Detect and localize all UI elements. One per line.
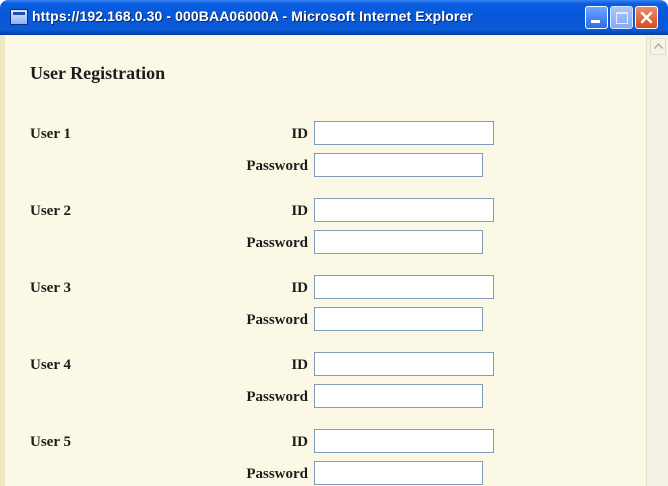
vertical-scrollbar[interactable] (646, 35, 668, 486)
page-content: User Registration User 1 ID Password Use… (5, 35, 646, 486)
user-1-id-label: ID (291, 126, 308, 142)
user-5-id-input[interactable] (314, 429, 494, 453)
close-icon (640, 11, 653, 24)
user-3-password-label: Password (246, 312, 308, 328)
browser-window: https://192.168.0.30 - 000BAA06000A - Mi… (0, 0, 668, 486)
user-5-password-label: Password (246, 466, 308, 482)
user-1-label: User 1 (30, 126, 71, 142)
user-2-password-input[interactable] (314, 230, 483, 254)
user-5-id-label: ID (291, 434, 308, 450)
client-area: User Registration User 1 ID Password Use… (0, 35, 668, 486)
user-2-id-input[interactable] (314, 198, 494, 222)
user-4-id-label: ID (291, 357, 308, 373)
minimize-button[interactable] (585, 6, 608, 29)
user-2-password-label: Password (246, 235, 308, 251)
scroll-up-button[interactable] (650, 38, 666, 55)
scroll-up-arrow-icon (654, 43, 663, 49)
user-2-label: User 2 (30, 203, 71, 219)
user-3-password-input[interactable] (314, 307, 483, 331)
user-2-id-label: ID (291, 203, 308, 219)
user-3-id-label: ID (291, 280, 308, 296)
user-3-label: User 3 (30, 280, 71, 296)
user-4-password-input[interactable] (314, 384, 483, 408)
user-1-id-input[interactable] (314, 121, 494, 145)
user-1-password-label: Password (246, 158, 308, 174)
title-bar[interactable]: https://192.168.0.30 - 000BAA06000A - Mi… (0, 0, 668, 35)
user-5-password-input[interactable] (314, 461, 483, 485)
maximize-button[interactable] (610, 6, 633, 29)
user-3-id-input[interactable] (314, 275, 494, 299)
user-4-label: User 4 (30, 357, 71, 373)
page-title: User Registration (30, 63, 166, 83)
user-1-password-input[interactable] (314, 153, 483, 177)
internet-explorer-page-icon (10, 9, 28, 25)
window-title: https://192.168.0.30 - 000BAA06000A - Mi… (32, 8, 473, 24)
user-4-id-input[interactable] (314, 352, 494, 376)
user-4-password-label: Password (246, 389, 308, 405)
close-button[interactable] (635, 6, 658, 29)
user-5-label: User 5 (30, 434, 71, 450)
